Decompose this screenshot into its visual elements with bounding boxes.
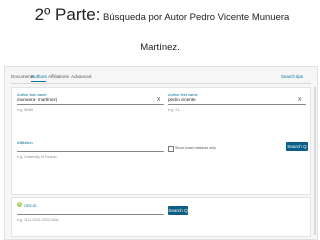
active-tab-indicator [31,81,46,82]
orcid-hint: e.g. 1111-2222-3333-444x [17,218,59,222]
slide-title: 2º Parte: Búsqueda por Autor Pedro Vicen… [10,6,314,24]
scrollbar[interactable] [314,87,316,235]
slide-title-line2: Martínez. [140,42,180,53]
tabs-divider [11,83,311,84]
orcid-icon: iD [17,202,22,207]
orcid-label: ORCID [24,203,37,208]
author-last-name-input[interactable]: munuera- martínez| [17,97,57,102]
scopus-search-screenshot: Documents Authors Affiliations Advanced … [4,66,318,240]
tab-advanced[interactable]: Advanced [71,74,91,79]
orcid-search-button[interactable]: Search Q [168,206,188,215]
orcid-underline [17,214,164,215]
last-name-underline [17,104,164,105]
author-first-name-input[interactable]: pedro vicente [168,97,196,102]
first-name-underline [168,104,306,105]
affiliation-underline [17,151,164,152]
exact-matches-label: Show exact matches only [175,146,216,150]
clear-first-name-icon[interactable]: X [298,97,301,103]
orcid-search-form: iD ORCID e.g. 1111-2222-3333-444x Search… [11,197,311,237]
last-name-hint: e.g. Smith [17,108,34,112]
tab-affiliations[interactable]: Affiliations [48,74,69,79]
affiliation-label: Affiliation [17,140,33,145]
tab-authors[interactable]: Authors [31,74,47,79]
clear-last-name-icon[interactable]: X [157,97,160,103]
affiliation-hint: e.g. University of Toronto [17,155,57,159]
first-name-hint: e.g. J.L. [168,108,181,112]
search-tips-link[interactable]: Search tips [281,74,303,79]
exact-matches-checkbox[interactable] [168,146,174,152]
slide-title-rest: Búsqueda por Autor Pedro Vicente Munuera [100,12,290,23]
author-search-form: Author last name munuera- martínez| X e.… [11,87,311,195]
slide-title-big: 2º Parte: [34,5,101,24]
author-search-button[interactable]: Search Q [286,142,308,151]
search-tabs: Documents Authors Affiliations Advanced … [11,72,311,84]
